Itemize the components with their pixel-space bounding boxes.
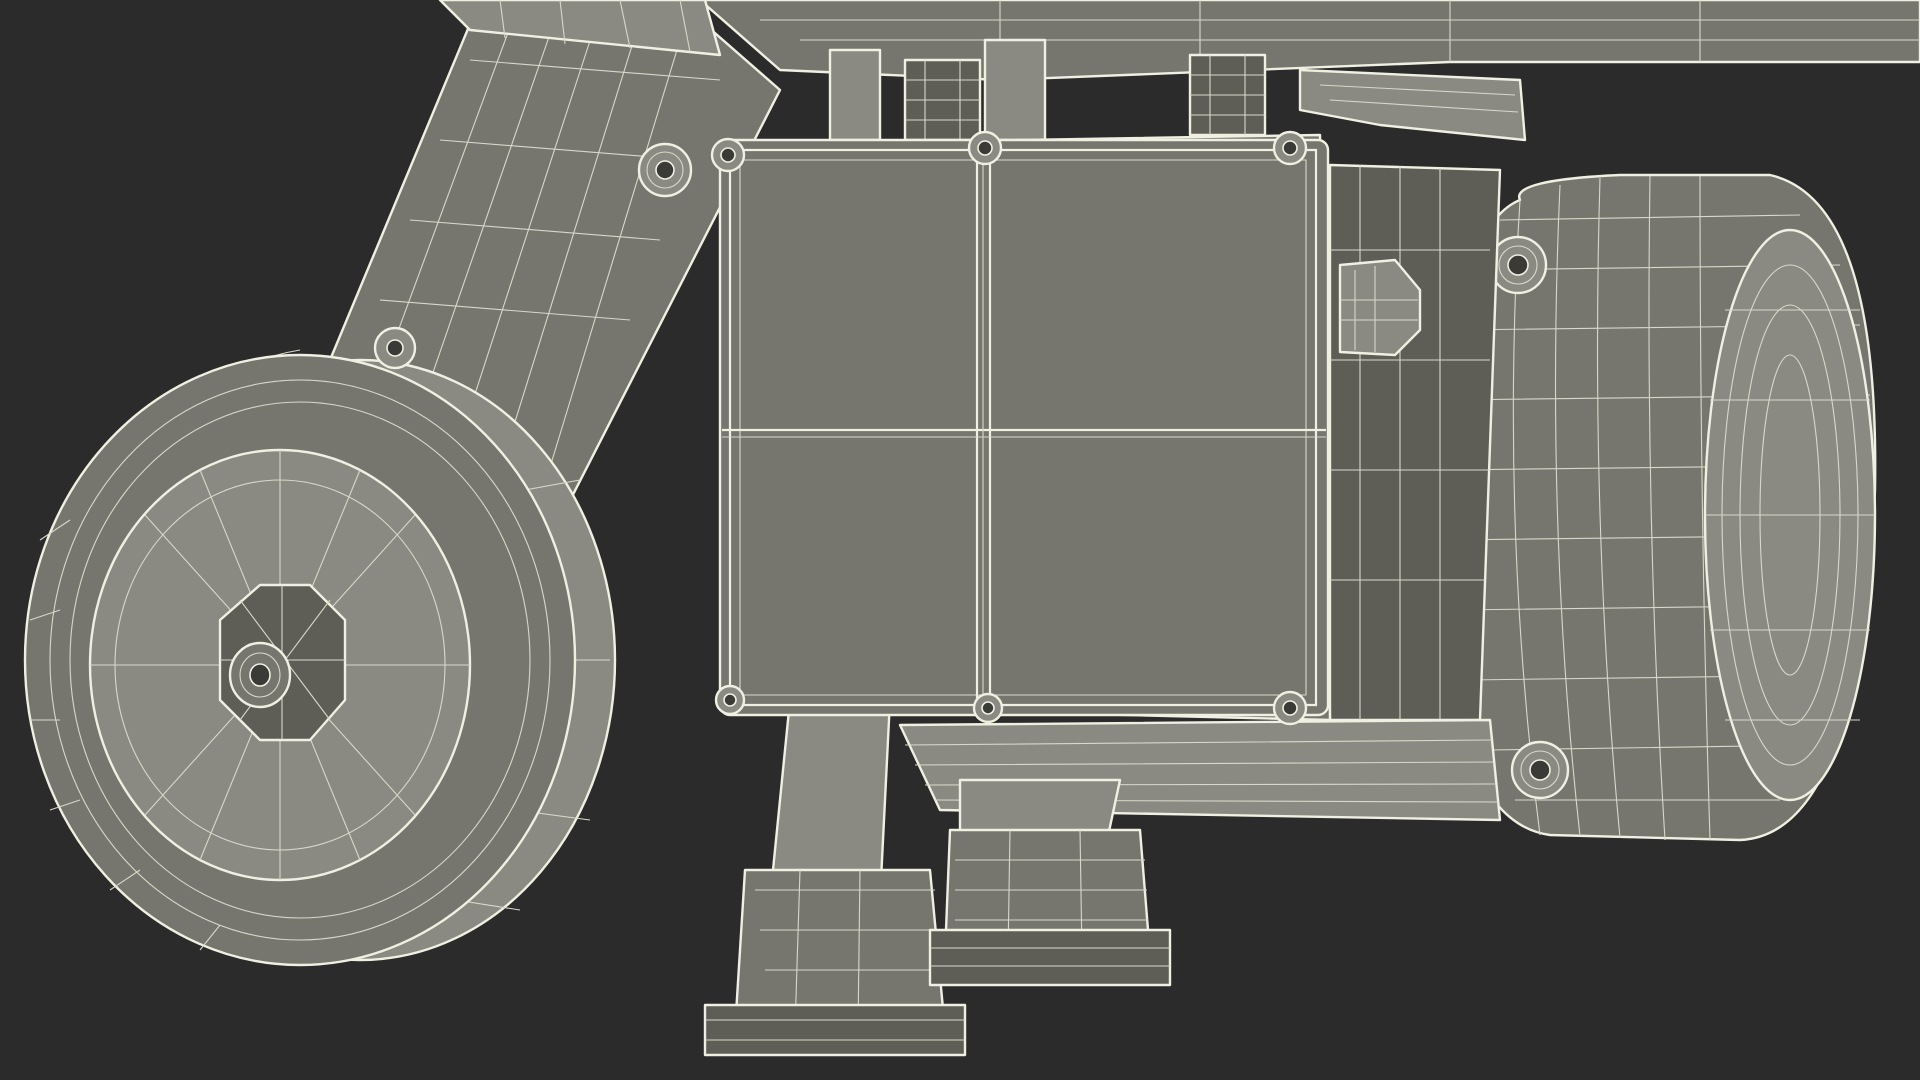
fork-bolt (373, 326, 417, 370)
gear-housing (1328, 163, 1502, 722)
wireframe-scene (23, 0, 1920, 1057)
top-chassis-beam (698, 0, 1920, 142)
arm-bolt (637, 142, 693, 198)
electrical-control-box (710, 130, 1332, 726)
caster-wheel (23, 349, 617, 967)
electric-motor-cylinder (1438, 173, 1877, 842)
